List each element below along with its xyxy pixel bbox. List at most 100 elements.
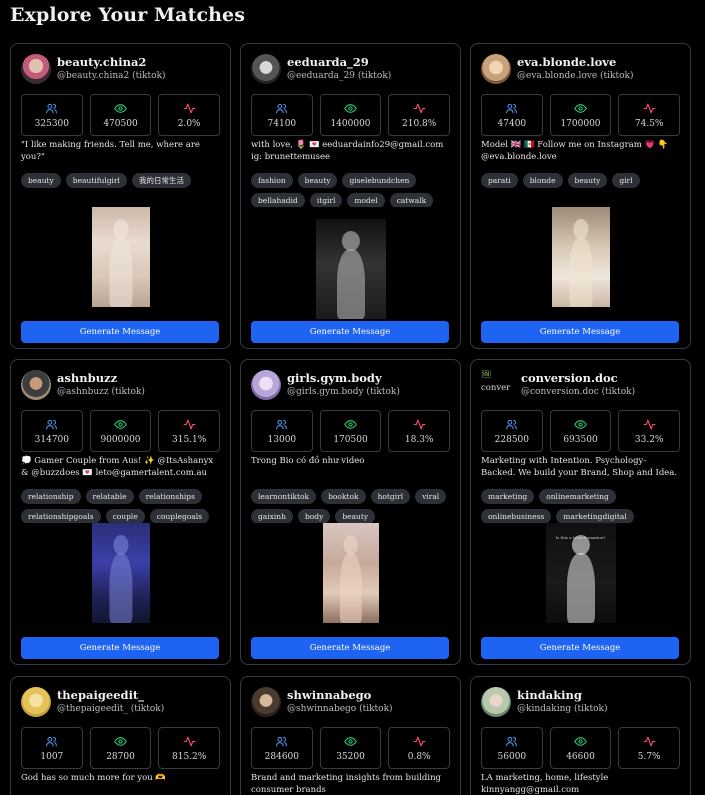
hashtag-chip[interactable]: onlinebusiness (481, 509, 552, 523)
hashtag-chip[interactable]: learnontiktok (251, 489, 317, 504)
engagement-stat: 315.1% (158, 410, 221, 452)
hashtag-chip[interactable]: beauty (297, 173, 338, 188)
views-stat-value: 693500 (563, 434, 598, 445)
creator-username[interactable]: ashnbuzz (57, 372, 145, 385)
creator-handle: @beauty.china2 (tiktok) (57, 70, 166, 81)
video-thumbnail[interactable] (551, 207, 610, 307)
generate-message-button[interactable]: Generate Message (251, 321, 449, 343)
hashtag-chip[interactable]: body (297, 509, 331, 523)
creator-username[interactable]: beauty.china2 (57, 56, 166, 69)
stats-row: 314700 9000000 315.1% (21, 410, 221, 452)
tag-list: beauty beautifulgirl 我的日常生活 (21, 173, 220, 207)
avatar[interactable] (21, 54, 51, 84)
thumbnail-figure-head (572, 219, 589, 239)
avatar[interactable] (21, 687, 51, 717)
followers-stat-value: 56000 (497, 751, 527, 762)
video-thumbnail[interactable] (91, 207, 150, 307)
generate-message-button[interactable]: Generate Message (21, 637, 219, 659)
hashtag-chip[interactable]: parati (481, 173, 518, 188)
creator-bio: 💭 Gamer Couple from Aus! ✨ @ItsAshanyx &… (21, 456, 214, 479)
hashtag-chip[interactable]: blonde (522, 173, 563, 188)
hashtag-chip[interactable]: hotgirl (370, 489, 411, 504)
card-header: thepaigeedit_ @thepaigeedit_ (tiktok) (21, 687, 220, 717)
thumbnail-figure (339, 553, 362, 623)
avatar[interactable] (251, 370, 281, 400)
hashtag-chip[interactable]: relatable (85, 489, 134, 504)
engagement-stat-value: 0.8% (407, 751, 431, 762)
views-stat: 170500 (319, 410, 382, 452)
creator-username[interactable]: kindaking (517, 689, 607, 702)
avatar[interactable]: 🖼 conver (481, 370, 515, 400)
views-stat-value: 28700 (106, 751, 135, 762)
creator-username[interactable]: conversion.doc (521, 372, 635, 385)
followers-stat-value: 325300 (34, 118, 70, 129)
creator-username[interactable]: thepaigeedit_ (57, 689, 164, 702)
activity-icon (183, 418, 196, 431)
hashtag-chip[interactable]: couplegoals (149, 509, 209, 523)
users-icon (275, 735, 288, 748)
hashtag-chip[interactable]: relationshipgoals (21, 509, 101, 523)
creator-handle: @kindaking (tiktok) (517, 703, 608, 714)
creator-handle: @thepaigeedit_ (tiktok) (57, 703, 165, 714)
engagement-stat-value: 315.1% (172, 434, 207, 445)
generate-message-button[interactable]: Generate Message (21, 321, 219, 343)
generate-message-button[interactable]: Generate Message (481, 321, 679, 343)
hashtag-chip[interactable]: gaixinh (251, 509, 293, 523)
video-thumbnail[interactable] (315, 219, 386, 319)
video-thumbnail[interactable] (91, 523, 150, 623)
eye-icon (344, 418, 357, 431)
engagement-stat-value: 5.7% (637, 751, 661, 762)
creator-handle: @ashnbuzz (tiktok) (57, 386, 145, 397)
hashtag-chip[interactable]: relationship (21, 489, 81, 504)
hashtag-chip[interactable]: beauty (21, 173, 61, 188)
generate-message-button[interactable]: Generate Message (481, 637, 679, 659)
generate-message-button[interactable]: Generate Message (251, 637, 449, 659)
avatar[interactable] (251, 687, 281, 717)
hashtag-chip[interactable]: fashion (251, 173, 293, 188)
hashtag-chip[interactable]: model (347, 193, 385, 207)
stats-row: 284600 35200 0.8% (251, 727, 451, 769)
hashtag-chip[interactable]: giselebundchen (342, 173, 417, 188)
hashtag-chip[interactable]: onlinemarketing (539, 489, 616, 504)
followers-stat: 47400 (481, 94, 543, 136)
followers-stat-value: 47400 (497, 118, 527, 129)
hashtag-chip[interactable]: relationships (138, 489, 202, 504)
followers-stat: 314700 (21, 410, 83, 452)
engagement-stat: 210.8% (388, 94, 451, 136)
hashtag-chip[interactable]: girl (612, 173, 640, 188)
tag-list: relationship relatable relationships relati… (21, 489, 220, 523)
creator-username[interactable]: girls.gym.body (287, 372, 400, 385)
hashtag-chip[interactable]: beautifulgirl (65, 173, 127, 188)
creator-username[interactable]: eva.blonde.love (517, 56, 633, 69)
hashtag-chip[interactable]: booktok (321, 489, 366, 504)
hashtag-chip[interactable]: marketing (481, 489, 535, 504)
engagement-stat-value: 2.0% (177, 118, 201, 129)
avatar[interactable] (21, 370, 51, 400)
hashtag-chip[interactable]: couple (105, 509, 145, 523)
hashtag-chip[interactable]: beauty (335, 509, 376, 523)
creator-username[interactable]: shwinnabego (287, 689, 393, 702)
avatar[interactable] (481, 687, 511, 717)
avatar[interactable] (251, 54, 281, 84)
views-stat: 470500 (89, 94, 152, 136)
video-thumbnail[interactable]: Is this a transformation? (545, 523, 616, 623)
avatar[interactable] (481, 54, 511, 84)
users-icon (505, 735, 518, 748)
card-header: eeduarda_29 @eeduarda_29 (tiktok) (251, 54, 450, 84)
hashtag-chip[interactable]: marketingdigital (556, 509, 634, 523)
hashtag-chip[interactable]: itgirl (309, 193, 343, 207)
creator-username[interactable]: eeduarda_29 (287, 56, 391, 69)
views-stat: 35200 (319, 727, 382, 769)
hashtag-chip[interactable]: beauty (567, 173, 608, 188)
creator-bio: Marketing with Intention. Psychology-Bac… (481, 456, 678, 479)
hashtag-chip[interactable]: 我的日常生活 (131, 173, 191, 188)
hashtag-chip[interactable]: catwalk (389, 193, 434, 207)
views-stat-value: 470500 (103, 118, 138, 129)
eye-icon (344, 735, 357, 748)
creator-card: 🖼 conver conversion.doc @conversion.doc (ti… (470, 359, 691, 665)
hashtag-chip[interactable]: bellahadid (251, 193, 305, 207)
video-thumbnail[interactable] (322, 523, 379, 623)
views-stat: 28700 (89, 727, 152, 769)
stats-row: 74100 1400000 210.8% (251, 94, 451, 136)
hashtag-chip[interactable]: viral (415, 489, 447, 504)
